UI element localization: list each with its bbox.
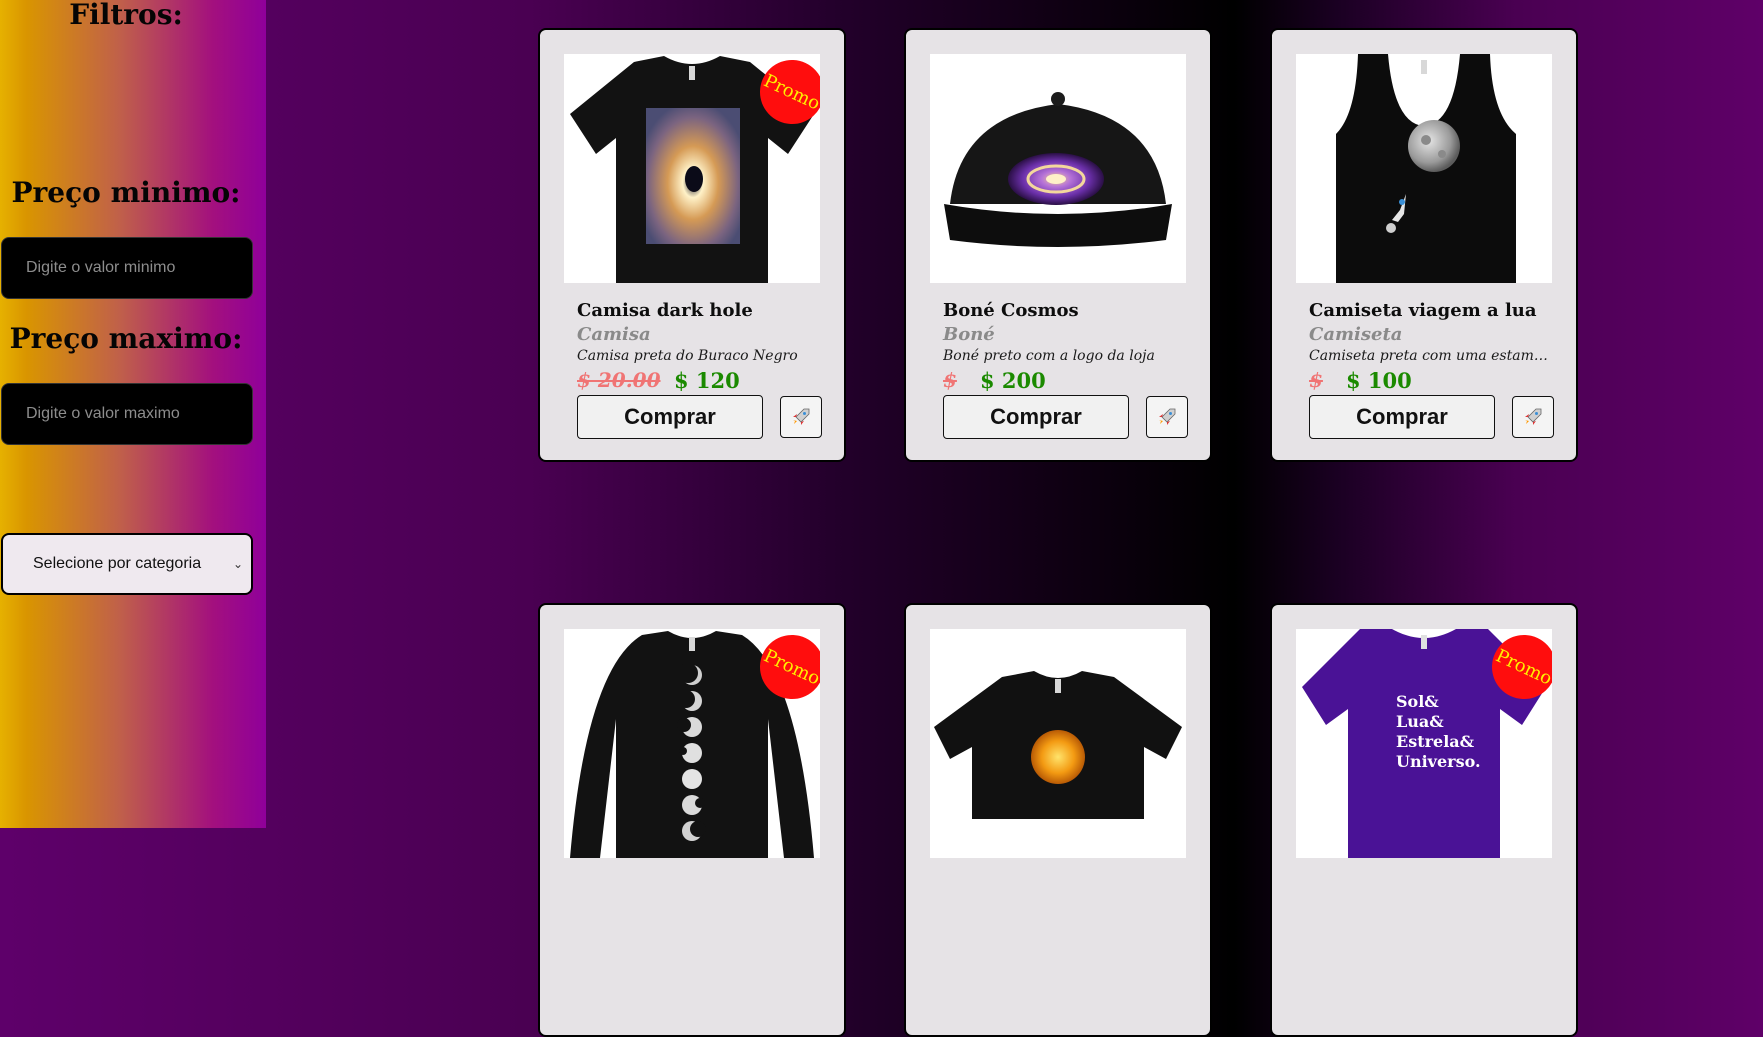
- filters-sidebar: Filtros: Preço minimo: Preço maximo: Sel…: [0, 0, 266, 828]
- product-image: Promo: [564, 54, 820, 283]
- shirt-print-line: Estrela&: [1396, 732, 1475, 751]
- shirt-print-line: Universo.: [1396, 752, 1481, 771]
- buy-button[interactable]: Comprar: [1309, 395, 1495, 439]
- product-image: [930, 629, 1186, 858]
- product-old-price: $: [1309, 368, 1323, 392]
- buy-button[interactable]: Comprar: [577, 395, 763, 439]
- rocket-icon: [793, 408, 810, 425]
- black-cap-galaxy-icon: [944, 92, 1172, 247]
- product-price: $ 200: [980, 368, 1046, 393]
- product-price: $ 100: [1346, 368, 1412, 393]
- product-card: Camiseta viagem a lua Camiseta Camiseta …: [1270, 28, 1578, 462]
- black-croptop-sun-icon: [934, 671, 1182, 819]
- min-price-input[interactable]: [1, 237, 253, 299]
- product-price: $ 120: [674, 368, 740, 393]
- product-card: Sol& Lua& Estrela& Universo. Promo: [1270, 603, 1578, 1037]
- rocket-icon: [1159, 408, 1176, 425]
- product-category: Boné: [943, 324, 995, 345]
- product-old-price: $: [943, 368, 957, 392]
- max-price-label: Preço maximo:: [9, 322, 243, 355]
- product-category: Camisa: [577, 324, 651, 345]
- buy-button[interactable]: Comprar: [943, 395, 1129, 439]
- max-price-input[interactable]: [1, 383, 253, 445]
- product-image: Promo: [564, 629, 820, 858]
- filters-title: Filtros:: [69, 0, 183, 31]
- rocket-button[interactable]: [780, 396, 822, 438]
- min-price-label: Preço minimo:: [11, 176, 241, 209]
- product-name: Boné Cosmos: [943, 300, 1079, 321]
- product-card: Boné Cosmos Boné Boné preto com a logo d…: [904, 28, 1212, 462]
- shirt-print-line: Sol&: [1396, 692, 1439, 711]
- category-select-value: Selecione por categoria: [33, 555, 202, 572]
- category-select[interactable]: Selecione por categoria ⌄: [1, 533, 253, 595]
- product-name: Camiseta viagem a lua: [1309, 300, 1537, 321]
- chevron-down-icon: ⌄: [232, 557, 243, 571]
- rocket-button[interactable]: [1146, 396, 1188, 438]
- product-category: Camiseta: [1309, 324, 1403, 345]
- product-description: Camiseta preta com uma estampa...: [1309, 348, 1549, 364]
- product-description: Boné preto com a logo da loja: [943, 348, 1155, 364]
- rocket-button[interactable]: [1512, 396, 1554, 438]
- product-card: Promo Camisa dark hole Camisa Camisa pre…: [538, 28, 846, 462]
- black-tanktop-moon-icon: [1336, 54, 1516, 283]
- rocket-icon: [1525, 408, 1542, 425]
- product-card: Promo: [538, 603, 846, 1037]
- product-image: Sol& Lua& Estrela& Universo. Promo: [1296, 629, 1552, 858]
- product-card: [904, 603, 1212, 1037]
- product-description: Camisa preta do Buraco Negro: [577, 348, 798, 364]
- product-image: [930, 54, 1186, 283]
- product-old-price: $ 20.00: [577, 368, 661, 392]
- product-image: [1296, 54, 1552, 283]
- shirt-print-line: Lua&: [1396, 712, 1444, 731]
- product-name: Camisa dark hole: [577, 300, 753, 321]
